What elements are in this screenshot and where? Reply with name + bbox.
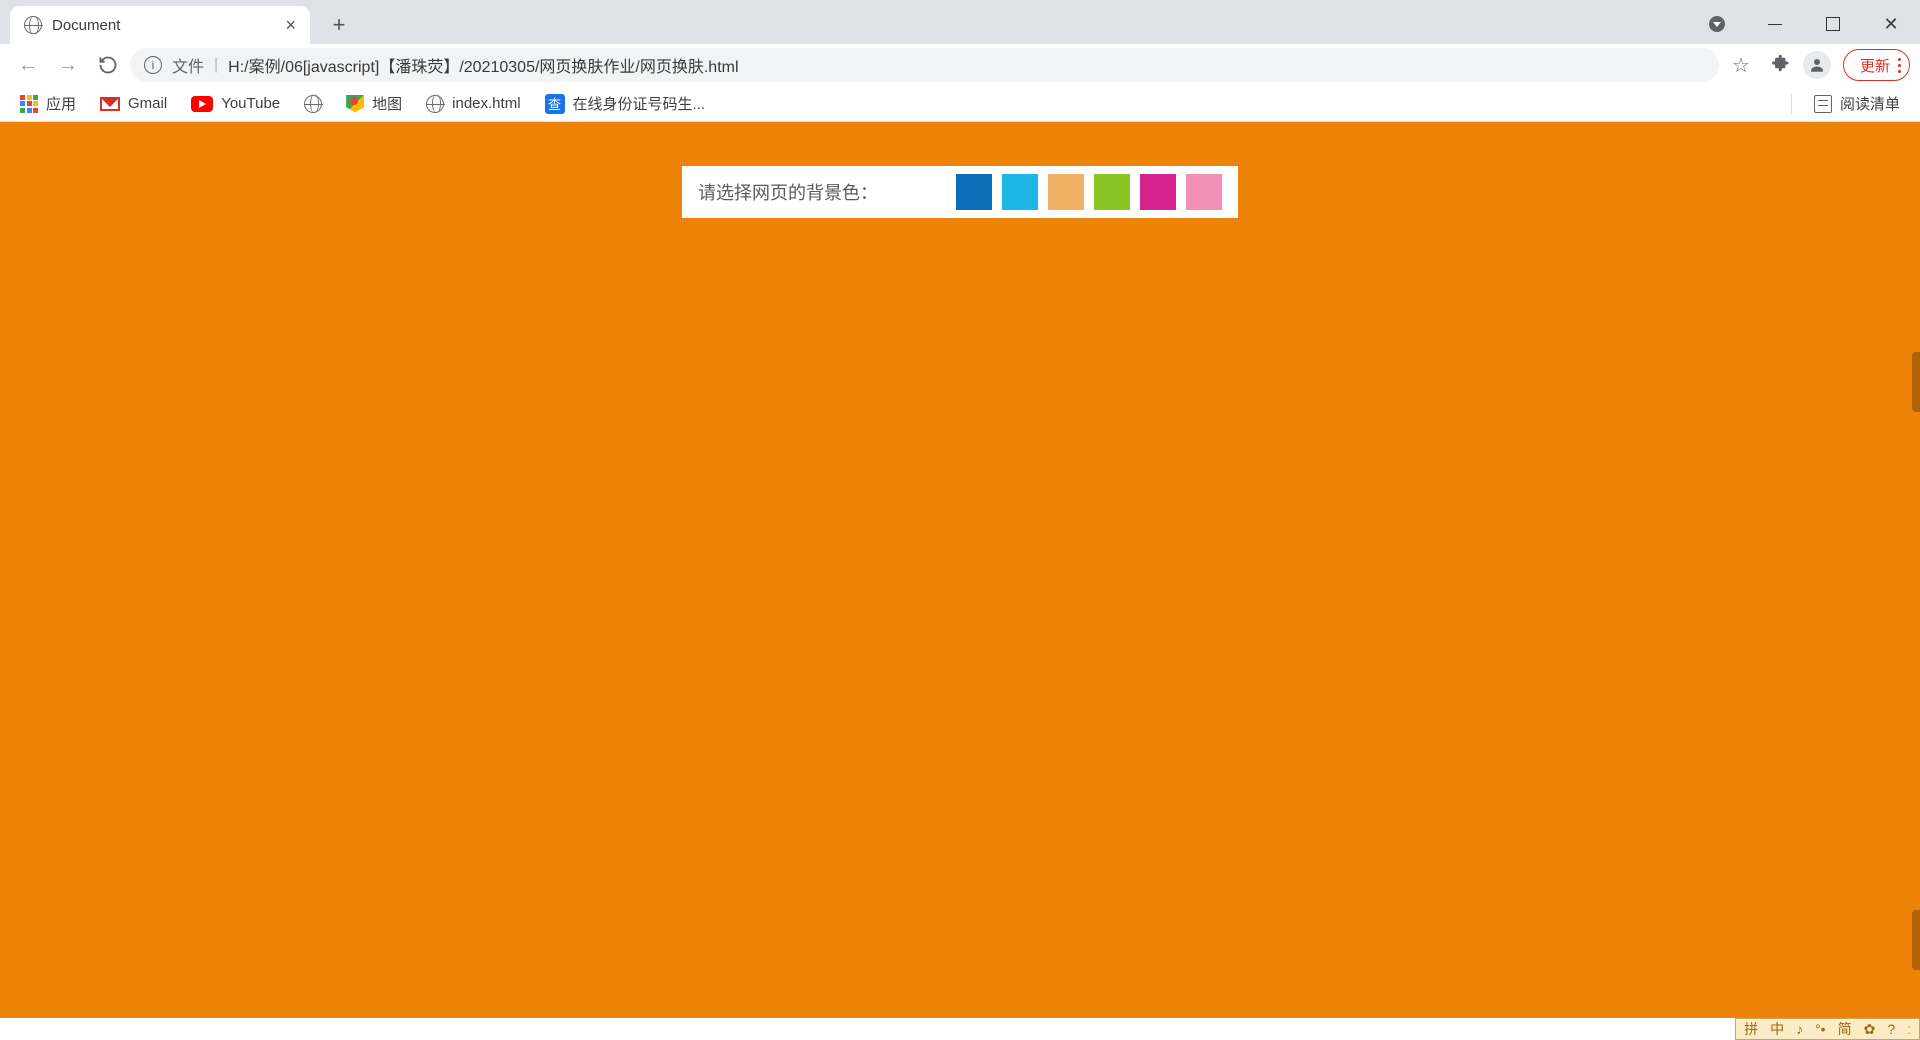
bookmark-unnamed-globe[interactable]	[296, 91, 330, 117]
close-tab-icon[interactable]: ×	[285, 16, 296, 34]
bookmark-star-icon[interactable]: ☆	[1723, 53, 1759, 78]
globe-icon	[426, 95, 444, 113]
color-picker-label: 请选择网页的背景色：	[698, 179, 878, 205]
update-button[interactable]: 更新	[1843, 49, 1910, 81]
nav-forward-button: →	[50, 47, 86, 83]
color-picker-panel: 请选择网页的背景色：	[682, 166, 1238, 218]
nav-back-button[interactable]: ←	[10, 47, 46, 83]
ime-item[interactable]: 拼	[1742, 1019, 1760, 1039]
swatch-tan[interactable]	[1048, 174, 1084, 210]
youtube-icon	[191, 96, 213, 112]
globe-icon	[304, 95, 322, 113]
bookmark-apps[interactable]: 应用	[12, 89, 84, 118]
kebab-menu-icon[interactable]	[1898, 58, 1901, 73]
scrollbar-thumb[interactable]	[1912, 352, 1920, 412]
bookmarks-bar: 应用 Gmail YouTube 地图 index.html 查 在线身份证号码…	[0, 86, 1920, 122]
bookmark-youtube[interactable]: YouTube	[183, 91, 288, 116]
address-path: H:/案例/06[javascript]【潘珠荧】/20210305/网页换肤作…	[228, 53, 738, 77]
ime-item[interactable]: ː	[1905, 1021, 1913, 1037]
profile-avatar[interactable]	[1803, 51, 1831, 79]
tab-title: Document	[52, 17, 267, 34]
swatch-green[interactable]	[1094, 174, 1130, 210]
address-scheme: 文件	[172, 53, 204, 77]
window-maximize-button[interactable]	[1804, 4, 1862, 44]
browser-tab[interactable]: Document ×	[10, 6, 310, 44]
chrome-account-indicator[interactable]	[1688, 4, 1746, 44]
site-badge-icon: 查	[545, 94, 565, 114]
swatch-blue[interactable]	[956, 174, 992, 210]
swatch-cyan[interactable]	[1002, 174, 1038, 210]
ime-item[interactable]: ?	[1885, 1021, 1897, 1037]
bookmark-gmail[interactable]: Gmail	[92, 91, 175, 116]
ime-language-bar[interactable]: 拼中 ♪ °• 简 ✿? ː	[1735, 1018, 1920, 1040]
ime-item[interactable]: 简	[1836, 1019, 1854, 1039]
address-bar-row: ← → i 文件 | H:/案例/06[javascript]【潘珠荧】/202…	[0, 44, 1920, 86]
reload-button[interactable]	[90, 47, 126, 83]
address-bar[interactable]: i 文件 | H:/案例/06[javascript]【潘珠荧】/2021030…	[130, 48, 1719, 82]
reading-list-button[interactable]: 阅读清单	[1806, 89, 1908, 118]
bookmark-index[interactable]: index.html	[418, 91, 528, 117]
ime-item[interactable]: 中	[1768, 1019, 1786, 1039]
extensions-icon[interactable]	[1763, 54, 1799, 77]
ime-item[interactable]: °•	[1813, 1021, 1828, 1037]
page-content: 请选择网页的背景色：	[0, 122, 1920, 1018]
update-button-label: 更新	[1860, 55, 1890, 76]
swatch-pink[interactable]	[1186, 174, 1222, 210]
browser-tab-strip: Document × + ✕	[0, 0, 1920, 44]
site-info-icon[interactable]: i	[144, 56, 162, 74]
new-tab-button[interactable]: +	[322, 8, 356, 42]
ime-item[interactable]: ♪	[1794, 1021, 1805, 1037]
reading-list-icon	[1814, 95, 1832, 113]
bookmark-maps[interactable]: 地图	[338, 89, 410, 118]
window-close-button[interactable]: ✕	[1862, 4, 1920, 44]
ime-item[interactable]: ✿	[1862, 1021, 1878, 1038]
gmail-icon	[100, 97, 120, 111]
bookmark-idgen[interactable]: 查 在线身份证号码生...	[537, 89, 714, 118]
window-minimize-button[interactable]	[1746, 4, 1804, 44]
globe-icon	[24, 16, 42, 34]
swatch-magenta[interactable]	[1140, 174, 1176, 210]
scrollbar-thumb[interactable]	[1912, 910, 1920, 970]
maps-icon	[346, 95, 364, 113]
apps-grid-icon	[20, 95, 38, 113]
